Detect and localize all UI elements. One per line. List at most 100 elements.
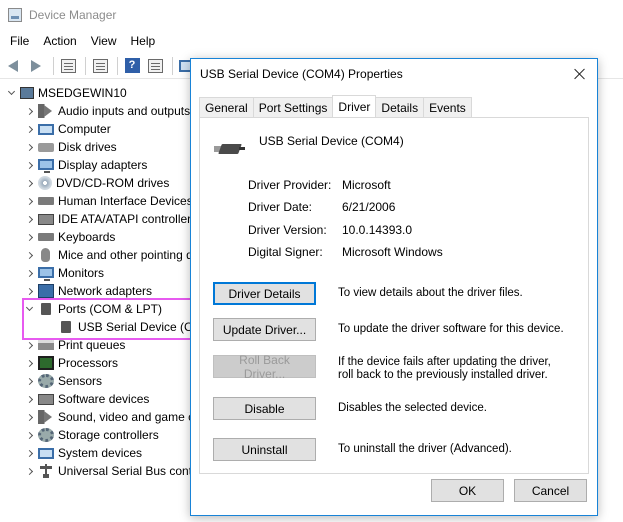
forward-button[interactable] [26, 56, 46, 76]
usb-plug-icon [214, 142, 245, 158]
menu-bar: File Action View Help [0, 30, 623, 52]
storage-icon [38, 428, 54, 442]
chevron-right-icon[interactable] [24, 210, 34, 228]
info-key: Driver Version: [248, 223, 327, 237]
device-header: USB Serial Device (COM4) [214, 130, 404, 158]
cancel-button[interactable]: Cancel [514, 479, 587, 502]
chevron-down-icon[interactable] [6, 84, 16, 102]
chevron-right-icon[interactable] [24, 372, 34, 390]
tree-item-audio[interactable]: Audio inputs and outputs [24, 102, 190, 120]
dvd-icon [38, 176, 52, 190]
chevron-right-icon[interactable] [24, 462, 34, 480]
tree-item-system-devices[interactable]: System devices [24, 444, 142, 462]
action-icon [147, 58, 163, 73]
chevron-right-icon[interactable] [24, 228, 34, 246]
toolbar-divider [85, 56, 86, 75]
menu-help[interactable]: Help [125, 32, 162, 50]
tree-item-label: IDE ATA/ATAPI controllers [58, 212, 198, 226]
chevron-right-icon[interactable] [24, 444, 34, 462]
info-value: Microsoft [342, 178, 391, 192]
info-row-version: Driver Version: 10.0.14393.0 [248, 223, 412, 239]
tree-item-display-adapters[interactable]: Display adapters [24, 156, 147, 174]
action-button[interactable] [145, 56, 165, 76]
close-button[interactable] [569, 63, 591, 85]
tree-item-label: System devices [58, 446, 143, 460]
console-button[interactable] [90, 56, 110, 76]
chevron-right-icon[interactable] [24, 102, 34, 120]
action-description: If the device fails after updating the d… [338, 356, 551, 381]
ide-icon [38, 213, 54, 225]
computer-icon [38, 123, 54, 135]
chevron-right-icon[interactable] [24, 174, 34, 192]
tab-port-settings[interactable]: Port Settings [252, 97, 334, 117]
chevron-right-icon[interactable] [24, 246, 34, 264]
tree-item-disk-drives[interactable]: Disk drives [24, 138, 117, 156]
menu-view[interactable]: View [85, 32, 123, 50]
tree-item-computer[interactable]: Computer [24, 120, 111, 138]
chip-icon [38, 356, 54, 370]
menu-action[interactable]: Action [37, 32, 82, 50]
chevron-right-icon[interactable] [24, 138, 34, 156]
chevron-right-icon[interactable] [24, 390, 34, 408]
info-row-provider: Driver Provider: Microsoft [248, 178, 391, 194]
action-description: To uninstall the driver (Advanced). [338, 443, 512, 455]
back-button[interactable] [3, 56, 23, 76]
tree-item-software-devices[interactable]: Software devices [24, 390, 149, 408]
action-row-disable: Disable Disables the selected device. [213, 397, 568, 420]
info-row-signer: Digital Signer: Microsoft Windows [248, 245, 443, 261]
console-icon [92, 58, 108, 73]
disable-button[interactable]: Disable [213, 397, 316, 420]
tree-item-label: Audio inputs and outputs [58, 104, 191, 118]
computer-icon [38, 447, 54, 459]
printer-icon [38, 340, 54, 350]
tree-item-label: Network adapters [58, 284, 153, 298]
help-icon: ? [124, 58, 140, 73]
tree-item-dvd[interactable]: DVD/CD-ROM drives [24, 174, 169, 192]
info-row-date: Driver Date: 6/21/2006 [248, 200, 395, 216]
ok-button[interactable]: OK [431, 479, 504, 502]
speaker-icon [38, 104, 54, 118]
action-row-roll-back: Roll Back Driver... If the device fails … [213, 353, 568, 382]
driver-details-button[interactable]: Driver Details [213, 282, 316, 305]
tree-item-sensors[interactable]: Sensors [24, 372, 102, 390]
tree-root[interactable]: MSEDGEWIN10 [6, 84, 127, 102]
action-description: Disables the selected device. [338, 402, 487, 414]
network-icon [38, 284, 54, 298]
chevron-right-icon[interactable] [24, 426, 34, 444]
window-title: Device Manager [29, 8, 117, 22]
tab-driver[interactable]: Driver [332, 95, 377, 117]
help-button[interactable]: ? [122, 56, 142, 76]
menu-file[interactable]: File [4, 32, 35, 50]
tree-item-ide[interactable]: IDE ATA/ATAPI controllers [24, 210, 197, 228]
tab-events[interactable]: Events [423, 97, 472, 117]
update-driver-button[interactable]: Update Driver... [213, 318, 316, 341]
tree-item-hid[interactable]: Human Interface Devices [24, 192, 193, 210]
chevron-right-icon[interactable] [24, 120, 34, 138]
keyboard-icon [38, 233, 54, 241]
chevron-right-icon[interactable] [24, 354, 34, 372]
tree-item-label: Human Interface Devices [58, 194, 193, 208]
chevron-right-icon[interactable] [24, 264, 34, 282]
chevron-right-icon[interactable] [24, 408, 34, 426]
device-name: USB Serial Device (COM4) [259, 134, 404, 148]
toolbar-divider [117, 56, 118, 75]
speaker-icon [38, 410, 54, 424]
tab-general[interactable]: General [199, 97, 254, 117]
action-row-update-driver: Update Driver... To update the driver so… [213, 318, 568, 341]
tab-details[interactable]: Details [375, 97, 425, 117]
chevron-right-icon[interactable] [24, 156, 34, 174]
uninstall-button[interactable]: Uninstall [213, 438, 316, 461]
tree-item-storage[interactable]: Storage controllers [24, 426, 159, 444]
usb-icon [38, 464, 54, 478]
tree-root-label: MSEDGEWIN10 [38, 86, 127, 100]
tree-item-label: Disk drives [58, 140, 117, 154]
tree-item-label: Sensors [58, 374, 103, 388]
tree-item-monitors[interactable]: Monitors [24, 264, 104, 282]
tree-item-label: DVD/CD-ROM drives [56, 176, 170, 190]
info-value: 10.0.14393.0 [342, 223, 413, 237]
tree-item-keyboards[interactable]: Keyboards [24, 228, 115, 246]
tree-item-processors[interactable]: Processors [24, 354, 118, 372]
properties-button[interactable] [58, 56, 78, 76]
chevron-right-icon[interactable] [24, 192, 34, 210]
properties-dialog: USB Serial Device (COM4) Properties Gene… [190, 58, 598, 516]
